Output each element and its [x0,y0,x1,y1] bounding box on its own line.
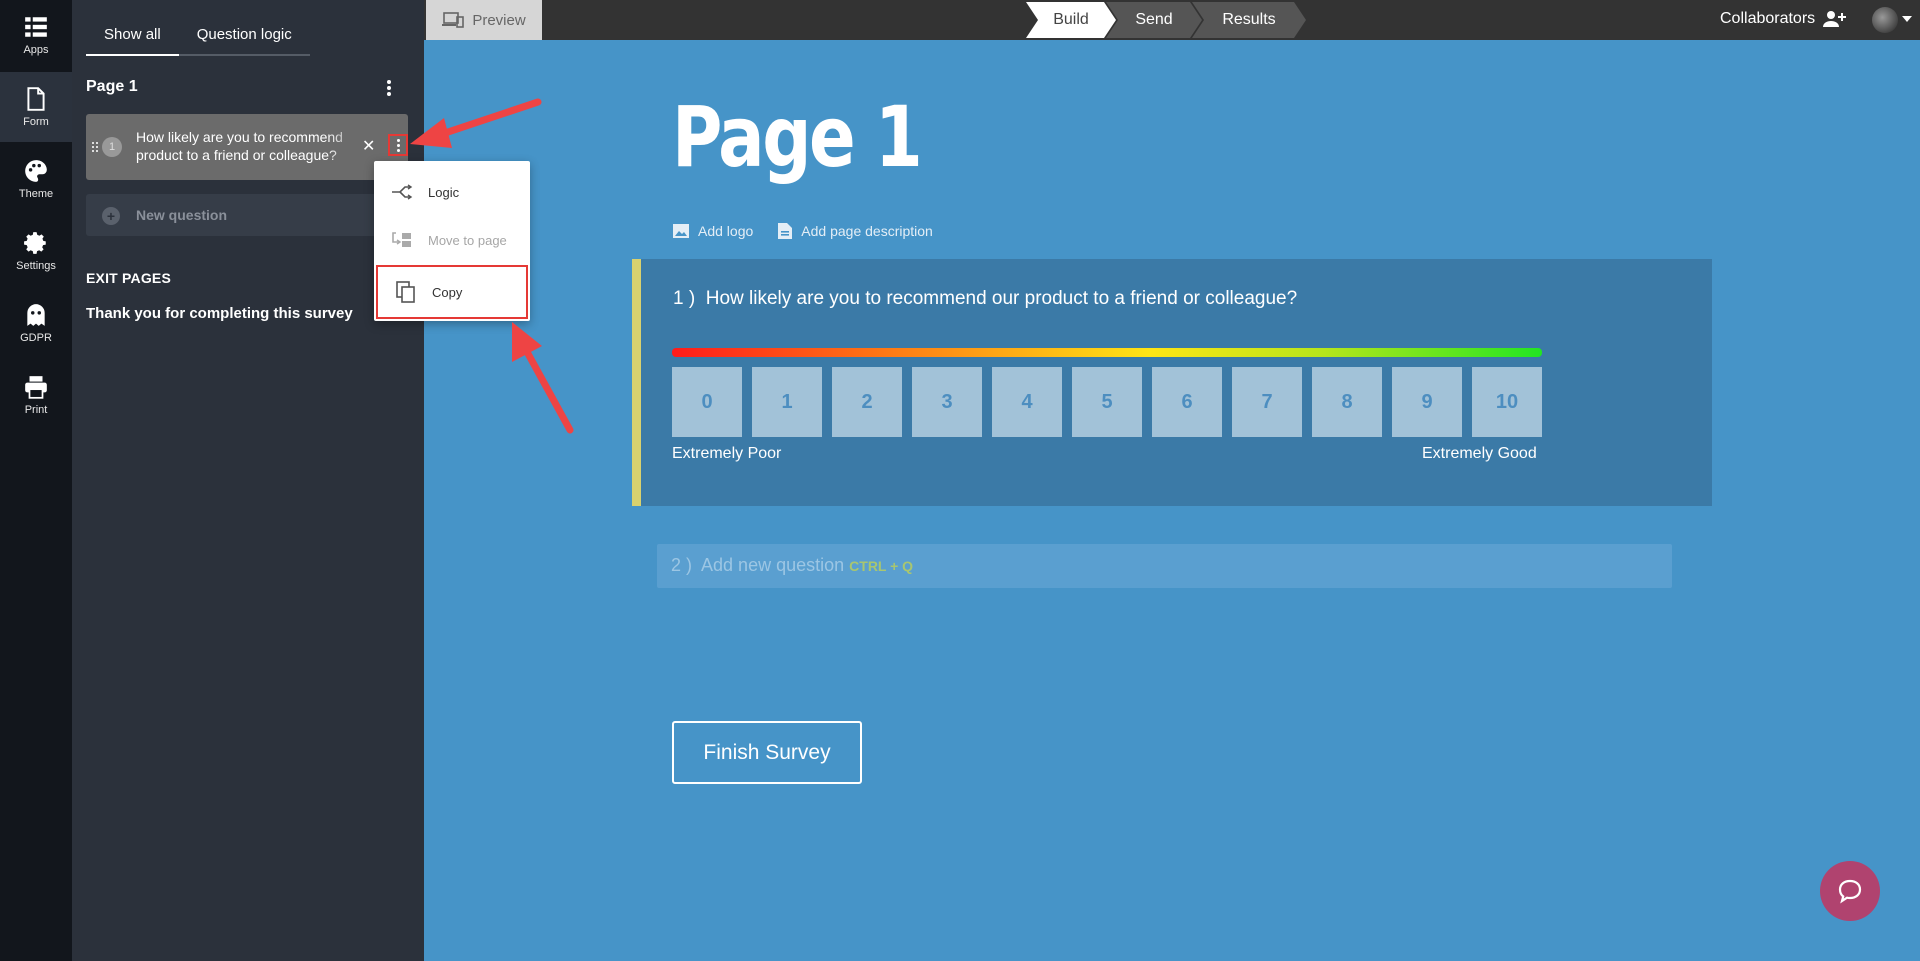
step-send[interactable]: Send [1106,2,1202,38]
scale-low-label: Extremely Poor [672,445,782,462]
question-number-badge: 1 [102,137,122,157]
apps-grid-icon [25,17,47,37]
question-context-menu: Logic Move to page Copy [374,161,530,321]
drag-handle-icon[interactable] [92,142,100,152]
menu-item-label: Logic [428,184,460,200]
exit-page-item[interactable]: Thank you for completing this survey [86,305,353,322]
nps-gradient-bar [672,348,1542,357]
rail-item-form[interactable]: Form [0,72,72,142]
arrow-annotation [512,322,574,434]
printer-icon [25,376,47,399]
scale-high-label: Extremely Good [1422,445,1537,462]
form-outline-panel: Show all Question logic Page 1 1 How lik… [72,0,424,961]
add-description-link[interactable]: Add page description [777,222,933,240]
devices-icon [442,12,465,28]
rail-item-print[interactable]: Print [0,360,72,430]
tab-show-all[interactable]: Show all [86,18,179,56]
menu-item-logic[interactable]: Logic [374,169,530,215]
nps-scale: 0 1 2 3 4 5 6 7 8 9 10 [672,367,1552,437]
question-more-button[interactable] [388,134,408,156]
avatar[interactable] [1872,7,1898,33]
tab-question-logic[interactable]: Question logic [179,18,310,54]
nps-option[interactable]: 6 [1152,367,1222,437]
rail-label: Apps [23,44,49,56]
chat-support-button[interactable] [1820,861,1880,921]
rail-label: Settings [16,260,56,272]
plus-icon: + [102,207,120,225]
nps-option[interactable]: 10 [1472,367,1542,437]
question-text: How likely are you to recommend our prod… [705,288,1298,309]
page-more-icon[interactable] [384,78,394,98]
text-fade [326,114,366,180]
question-title[interactable]: 1 ) How likely are you to recommend our … [673,288,1297,310]
page-add-links: Add logo Add page description [672,222,957,240]
question-text-line: How likely are you to recommend our [136,129,346,145]
move-to-page-icon [390,231,414,249]
collaborators-button[interactable]: Collaborators [1720,10,1847,28]
palette-icon [25,160,47,182]
new-question-button[interactable]: + New question [86,194,408,236]
rail-item-theme[interactable]: Theme [0,144,72,214]
chat-bubble-icon [1838,879,1862,904]
preview-label: Preview [472,11,526,29]
panel-tabs: Show all Question logic [86,18,310,56]
rail-item-gdpr[interactable]: GDPR [0,288,72,358]
rail-label: GDPR [20,332,52,344]
nps-option[interactable]: 2 [832,367,902,437]
new-question-label: New question [136,207,228,223]
nps-option[interactable]: 7 [1232,367,1302,437]
app-rail: Apps Form Theme Settings GDPR Print [0,0,72,961]
finish-survey-button[interactable]: Finish Survey [672,721,862,784]
keyboard-shortcut-hint: CTRL + Q [849,558,914,574]
question-number: 1 ) [673,288,696,309]
rail-label: Form [23,116,49,128]
image-icon [673,224,689,238]
menu-item-label: Move to page [428,232,507,248]
nps-option[interactable]: 9 [1392,367,1462,437]
menu-item-copy[interactable]: Copy [376,265,528,319]
outline-question-text: How likely are you to recommend our prod… [136,128,346,164]
add-description-label: Add page description [801,223,933,239]
rail-item-apps[interactable]: Apps [0,0,72,70]
step-results[interactable]: Results [1192,2,1306,38]
rail-item-settings[interactable]: Settings [0,216,72,286]
ghost-icon [27,304,45,326]
arrow-annotation [410,98,542,148]
gear-icon [24,232,46,254]
add-user-icon [1823,11,1847,27]
add-logo-label: Add logo [698,223,754,239]
delete-question-icon[interactable]: ✕ [362,136,375,156]
collaborators-label: Collaborators [1720,10,1816,27]
new-question-number: 2 ) [671,555,693,575]
page-title[interactable]: Page 1 [672,88,923,186]
nps-option[interactable]: 3 [912,367,982,437]
nps-option[interactable]: 0 [672,367,742,437]
preview-button[interactable]: Preview [426,0,542,40]
document-icon [27,87,45,111]
description-icon [778,223,793,239]
add-new-question-input[interactable]: 2 ) Add new question CTRL + Q [657,544,1672,588]
workflow-steps: Build Send Results [1026,2,1296,38]
top-bar: Preview Build Send Results Collaborators [424,0,1920,40]
menu-item-label: Copy [432,284,463,300]
new-question-placeholder: Add new question [701,555,845,575]
nps-option[interactable]: 8 [1312,367,1382,437]
copy-icon [394,281,418,303]
outline-question-card[interactable]: 1 How likely are you to recommend our pr… [86,114,408,180]
rail-label: Theme [18,188,54,200]
step-build[interactable]: Build [1026,2,1116,38]
nps-option[interactable]: 4 [992,367,1062,437]
nps-option[interactable]: 5 [1072,367,1142,437]
rail-label: Print [24,404,48,416]
chevron-down-icon[interactable] [1902,16,1912,22]
menu-item-move-to-page[interactable]: Move to page [374,217,530,263]
question-text-line: product to a friend or colleague? [136,147,337,163]
outline-page-title[interactable]: Page 1 [86,78,138,96]
logic-branch-icon [390,184,414,200]
exit-pages-heading: EXIT PAGES [86,270,171,286]
add-logo-link[interactable]: Add logo [672,222,753,240]
nps-option[interactable]: 1 [752,367,822,437]
